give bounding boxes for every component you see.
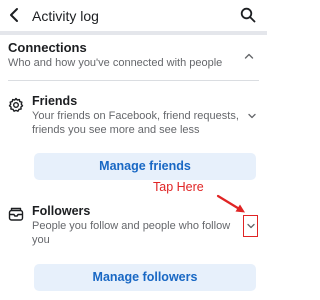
item-title: Friends <box>32 94 78 108</box>
gear-icon <box>8 97 24 112</box>
app-header: Activity log <box>0 0 267 30</box>
section-subtitle: Who and how you've connected with people <box>8 57 223 69</box>
manage-followers-button[interactable]: Manage followers <box>34 264 256 291</box>
search-icon[interactable] <box>240 7 256 23</box>
chevron-down-icon[interactable] <box>248 113 256 119</box>
section-title: Connections <box>8 40 87 55</box>
highlight-box <box>243 215 258 237</box>
tap-here-annotation: Tap Here <box>153 180 204 194</box>
item-title: Followers <box>32 204 91 218</box>
item-description: People you follow and people who follow … <box>32 220 231 246</box>
followers-box-icon <box>8 207 24 221</box>
arrow-annotation-icon <box>216 194 245 213</box>
arrow-left-icon[interactable] <box>7 7 21 23</box>
item-description: Your friends on Facebook, friend request… <box>32 110 239 136</box>
chevron-up-icon[interactable] <box>244 52 254 60</box>
header-divider <box>0 31 267 35</box>
manage-friends-button[interactable]: Manage friends <box>34 153 256 180</box>
page-title: Activity log <box>32 8 99 24</box>
section-divider <box>8 80 259 81</box>
